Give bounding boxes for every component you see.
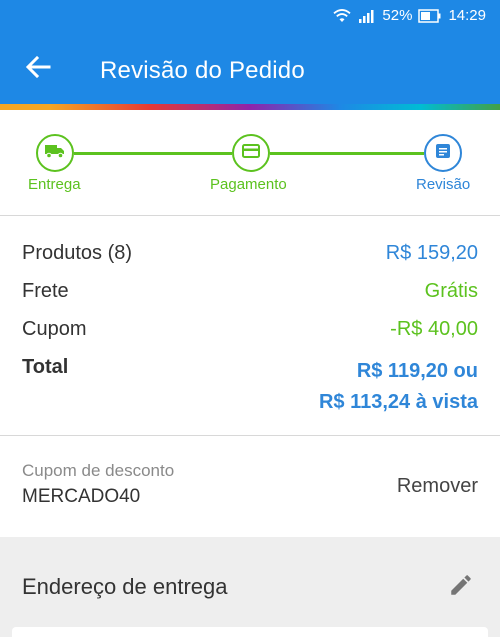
clock: 14:29 [448,7,486,24]
step-delivery[interactable] [36,134,74,172]
battery-percent: 52% [382,7,413,24]
step-label-delivery: Entrega [28,176,81,193]
summary-row-shipping: Frete Grátis [22,280,478,306]
summary-row-products: Produtos (8) R$ 159,20 [22,242,478,268]
coupon-label: Cupom de desconto [22,461,175,480]
status-indicators: 52% 14:29 [332,7,486,24]
step-label-payment: Pagamento [210,176,287,193]
truck-icon [44,143,66,164]
coupon-discount-value: -R$ 40,00 [390,318,478,340]
coupon-section: Cupom de desconto MERCADO40 Remover [0,437,500,537]
address-section: Endereço de entrega [0,537,500,637]
pencil-icon [448,572,474,603]
step-connector-2 [270,152,424,155]
back-button[interactable] [18,51,58,87]
credit-card-icon [242,143,260,163]
remove-coupon-button[interactable]: Remover [397,475,478,498]
wifi-icon [332,8,352,24]
page-title: Revisão do Pedido [100,57,305,84]
order-summary: Produtos (8) R$ 159,20 Frete Grátis Cupo… [0,216,500,436]
summary-row-coupon: Cupom -R$ 40,00 [22,318,478,344]
step-connector-1 [74,152,232,155]
document-icon [435,143,451,164]
shipping-value: Grátis [424,280,478,302]
products-label: Produtos (8) [22,242,133,264]
products-value: R$ 159,20 [385,242,478,264]
total-value: R$ 119,20 ou [356,360,478,382]
step-review[interactable] [424,134,462,172]
total-values: R$ 119,20 ou R$ 113,24 à vista [319,356,478,418]
shipping-label: Frete [22,280,69,302]
coupon-row-label: Cupom [22,318,87,340]
edit-address-button[interactable] [446,572,476,602]
battery-icon [418,8,442,23]
step-label-review: Revisão [416,176,471,193]
status-bar: 52% 14:29 [0,0,500,34]
coupon-code: MERCADO40 [22,486,141,507]
address-card[interactable] [12,627,488,637]
arrow-back-icon [25,55,51,83]
signal-icon [358,8,376,24]
step-payment[interactable] [232,134,270,172]
total-label: Total [22,356,69,378]
checkout-stepper: Entrega Pagamento Revisão [0,110,500,216]
address-title: Endereço de entrega [22,574,228,599]
app-bar: Revisão do Pedido [0,34,500,104]
total-cash-value: R$ 113,24 à vista [318,391,478,413]
